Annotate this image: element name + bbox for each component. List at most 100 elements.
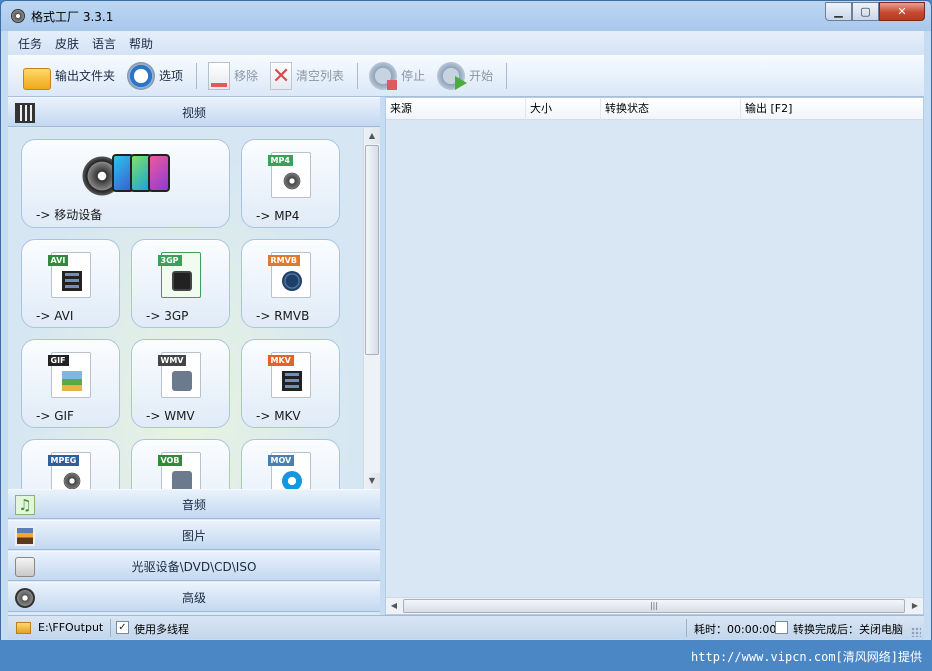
format-gif-label: -> GIF xyxy=(36,409,74,423)
output-path[interactable]: E:\FFOutput xyxy=(38,621,103,634)
format-rmvb-label: -> RMVB xyxy=(256,309,310,323)
elapsed-time: 耗时：00:00:00 xyxy=(694,623,777,636)
window-title: 格式工厂 3.3.1 xyxy=(31,10,114,24)
mp4-file-icon: MP4 xyxy=(267,152,311,198)
minimize-icon: ▁ xyxy=(834,5,843,18)
menu-task[interactable]: 任务 xyxy=(18,35,42,52)
wmv-file-icon: WMV xyxy=(157,352,201,398)
format-avi-button[interactable]: AVI -> AVI xyxy=(21,239,120,328)
shutdown-after-checkbox[interactable] xyxy=(775,621,788,634)
multithread-label: 使用多线程 xyxy=(134,623,189,636)
status-divider xyxy=(686,619,687,637)
toolbar-divider xyxy=(357,62,359,89)
app-window: 格式工厂 3.3.1 ▁ ▢ ✕ 任务 皮肤 语言 帮助 输出文件夹 选项 移除… xyxy=(0,0,932,671)
gear-icon xyxy=(127,61,156,90)
format-wmv-button[interactable]: WMV -> WMV xyxy=(131,339,230,428)
format-wmv-label: -> WMV xyxy=(146,409,195,423)
output-folder-label: 输出文件夹 xyxy=(55,69,116,83)
mobile-devices-icon xyxy=(82,152,174,198)
scroll-up-icon[interactable]: ▲ xyxy=(364,128,380,144)
stop-label: 停止 xyxy=(401,69,426,83)
category-video[interactable]: 视频 xyxy=(8,97,380,127)
video-format-grid: -> 移动设备 MP4 -> MP4 AVI -> AVI 3GP -> 3GP… xyxy=(8,128,363,489)
clear-list-label: 清空列表 xyxy=(296,69,345,83)
format-rmvb-button[interactable]: RMVB -> RMVB xyxy=(241,239,340,328)
category-disc-label: 光驱设备\DVD\CD\ISO xyxy=(131,559,257,574)
menu-skin[interactable]: 皮肤 xyxy=(55,35,79,52)
resize-grip-icon[interactable] xyxy=(911,627,921,637)
column-size[interactable]: 大小 xyxy=(526,98,601,120)
toolbar-divider xyxy=(506,62,508,89)
format-mp4-label: -> MP4 xyxy=(256,209,300,223)
output-folder-icon[interactable] xyxy=(16,622,31,634)
column-source[interactable]: 来源 xyxy=(386,98,526,120)
stop-icon xyxy=(369,61,398,90)
minimize-button[interactable]: ▁ xyxy=(825,2,852,21)
column-status[interactable]: 转换状态 xyxy=(601,98,741,120)
format-vob-button[interactable]: VOB xyxy=(131,439,230,489)
format-mobile-button[interactable]: -> 移动设备 xyxy=(21,139,230,228)
picture-icon xyxy=(15,526,35,546)
maximize-icon: ▢ xyxy=(860,5,871,18)
options-button[interactable]: 选项 xyxy=(124,59,186,93)
multithread-checkbox[interactable]: ✓ xyxy=(116,621,129,634)
close-button[interactable]: ✕ xyxy=(879,2,925,21)
menu-help[interactable]: 帮助 xyxy=(129,35,153,52)
scroll-left-icon[interactable]: ◀ xyxy=(386,598,402,614)
format-mkv-button[interactable]: MKV -> MKV xyxy=(241,339,340,428)
format-mpeg-button[interactable]: MPEG xyxy=(21,439,120,489)
mkv-file-icon: MKV xyxy=(267,352,311,398)
stop-button[interactable]: 停止 xyxy=(366,59,428,93)
format-mp4-button[interactable]: MP4 -> MP4 xyxy=(241,139,340,228)
film-icon xyxy=(15,103,35,123)
format-gif-button[interactable]: GIF -> GIF xyxy=(21,339,120,428)
hscrollbar-thumb[interactable]: ||| xyxy=(403,599,905,613)
category-image[interactable]: 图片 xyxy=(8,520,380,550)
toolbar-divider xyxy=(196,62,198,89)
title-bar: 格式工厂 3.3.1 ▁ ▢ ✕ xyxy=(1,1,931,31)
category-audio[interactable]: ♫ 音频 xyxy=(8,489,380,519)
watermark-strip: http://www.vipcn.com[清风网络]提供 xyxy=(0,640,932,671)
format-mov-button[interactable]: MOV xyxy=(241,439,340,489)
music-note-icon: ♫ xyxy=(15,495,35,515)
format-mkv-label: -> MKV xyxy=(256,409,301,423)
disc-drive-icon xyxy=(15,557,35,577)
remove-label: 移除 xyxy=(234,69,259,83)
gif-file-icon: GIF xyxy=(47,352,91,398)
window-controls: ▁ ▢ ✕ xyxy=(825,2,925,21)
vob-file-icon: VOB xyxy=(157,452,201,489)
task-list-hscrollbar[interactable]: ◀ ||| ▶ xyxy=(386,597,923,614)
3gp-file-icon: 3GP xyxy=(157,252,201,298)
avi-file-icon: AVI xyxy=(47,252,91,298)
watermark-text: http://www.vipcn.com[清风网络]提供 xyxy=(691,650,922,664)
scroll-right-icon[interactable]: ▶ xyxy=(907,598,923,614)
status-divider xyxy=(110,619,111,637)
clear-list-button[interactable]: ✕ 清空列表 xyxy=(267,59,347,93)
maximize-button[interactable]: ▢ xyxy=(852,2,879,21)
format-mobile-label: -> 移动设备 xyxy=(36,208,103,222)
menu-bar: 任务 皮肤 语言 帮助 xyxy=(8,31,924,55)
close-icon: ✕ xyxy=(897,5,907,18)
app-logo-icon xyxy=(11,9,25,23)
format-grid-scrollbar[interactable]: ▲ ▼ xyxy=(363,128,380,489)
remove-button[interactable]: 移除 xyxy=(205,59,261,93)
start-icon xyxy=(437,61,468,90)
options-label: 选项 xyxy=(159,69,184,83)
status-bar: E:\FFOutput ✓ 使用多线程 耗时：00:00:00 转换完成后：关闭… xyxy=(8,615,924,639)
category-disc[interactable]: 光驱设备\DVD\CD\ISO xyxy=(8,551,380,581)
output-folder-button[interactable]: 输出文件夹 xyxy=(20,59,118,93)
start-label: 开始 xyxy=(469,69,494,83)
column-output[interactable]: 输出 [F2] xyxy=(741,98,923,120)
category-advanced-label: 高级 xyxy=(181,590,206,605)
start-button[interactable]: 开始 xyxy=(434,59,496,93)
format-3gp-label: -> 3GP xyxy=(146,309,189,323)
task-list-panel: 来源 大小 转换状态 输出 [F2] ◀ ||| ▶ xyxy=(385,97,924,615)
format-3gp-button[interactable]: 3GP -> 3GP xyxy=(131,239,230,328)
folder-icon xyxy=(23,67,51,90)
mpeg-file-icon: MPEG xyxy=(47,452,91,489)
film-reel-icon xyxy=(15,588,35,608)
category-advanced[interactable]: 高级 xyxy=(8,582,380,612)
scroll-down-icon[interactable]: ▼ xyxy=(364,473,380,489)
scrollbar-thumb[interactable] xyxy=(365,145,379,355)
menu-language[interactable]: 语言 xyxy=(92,35,116,52)
